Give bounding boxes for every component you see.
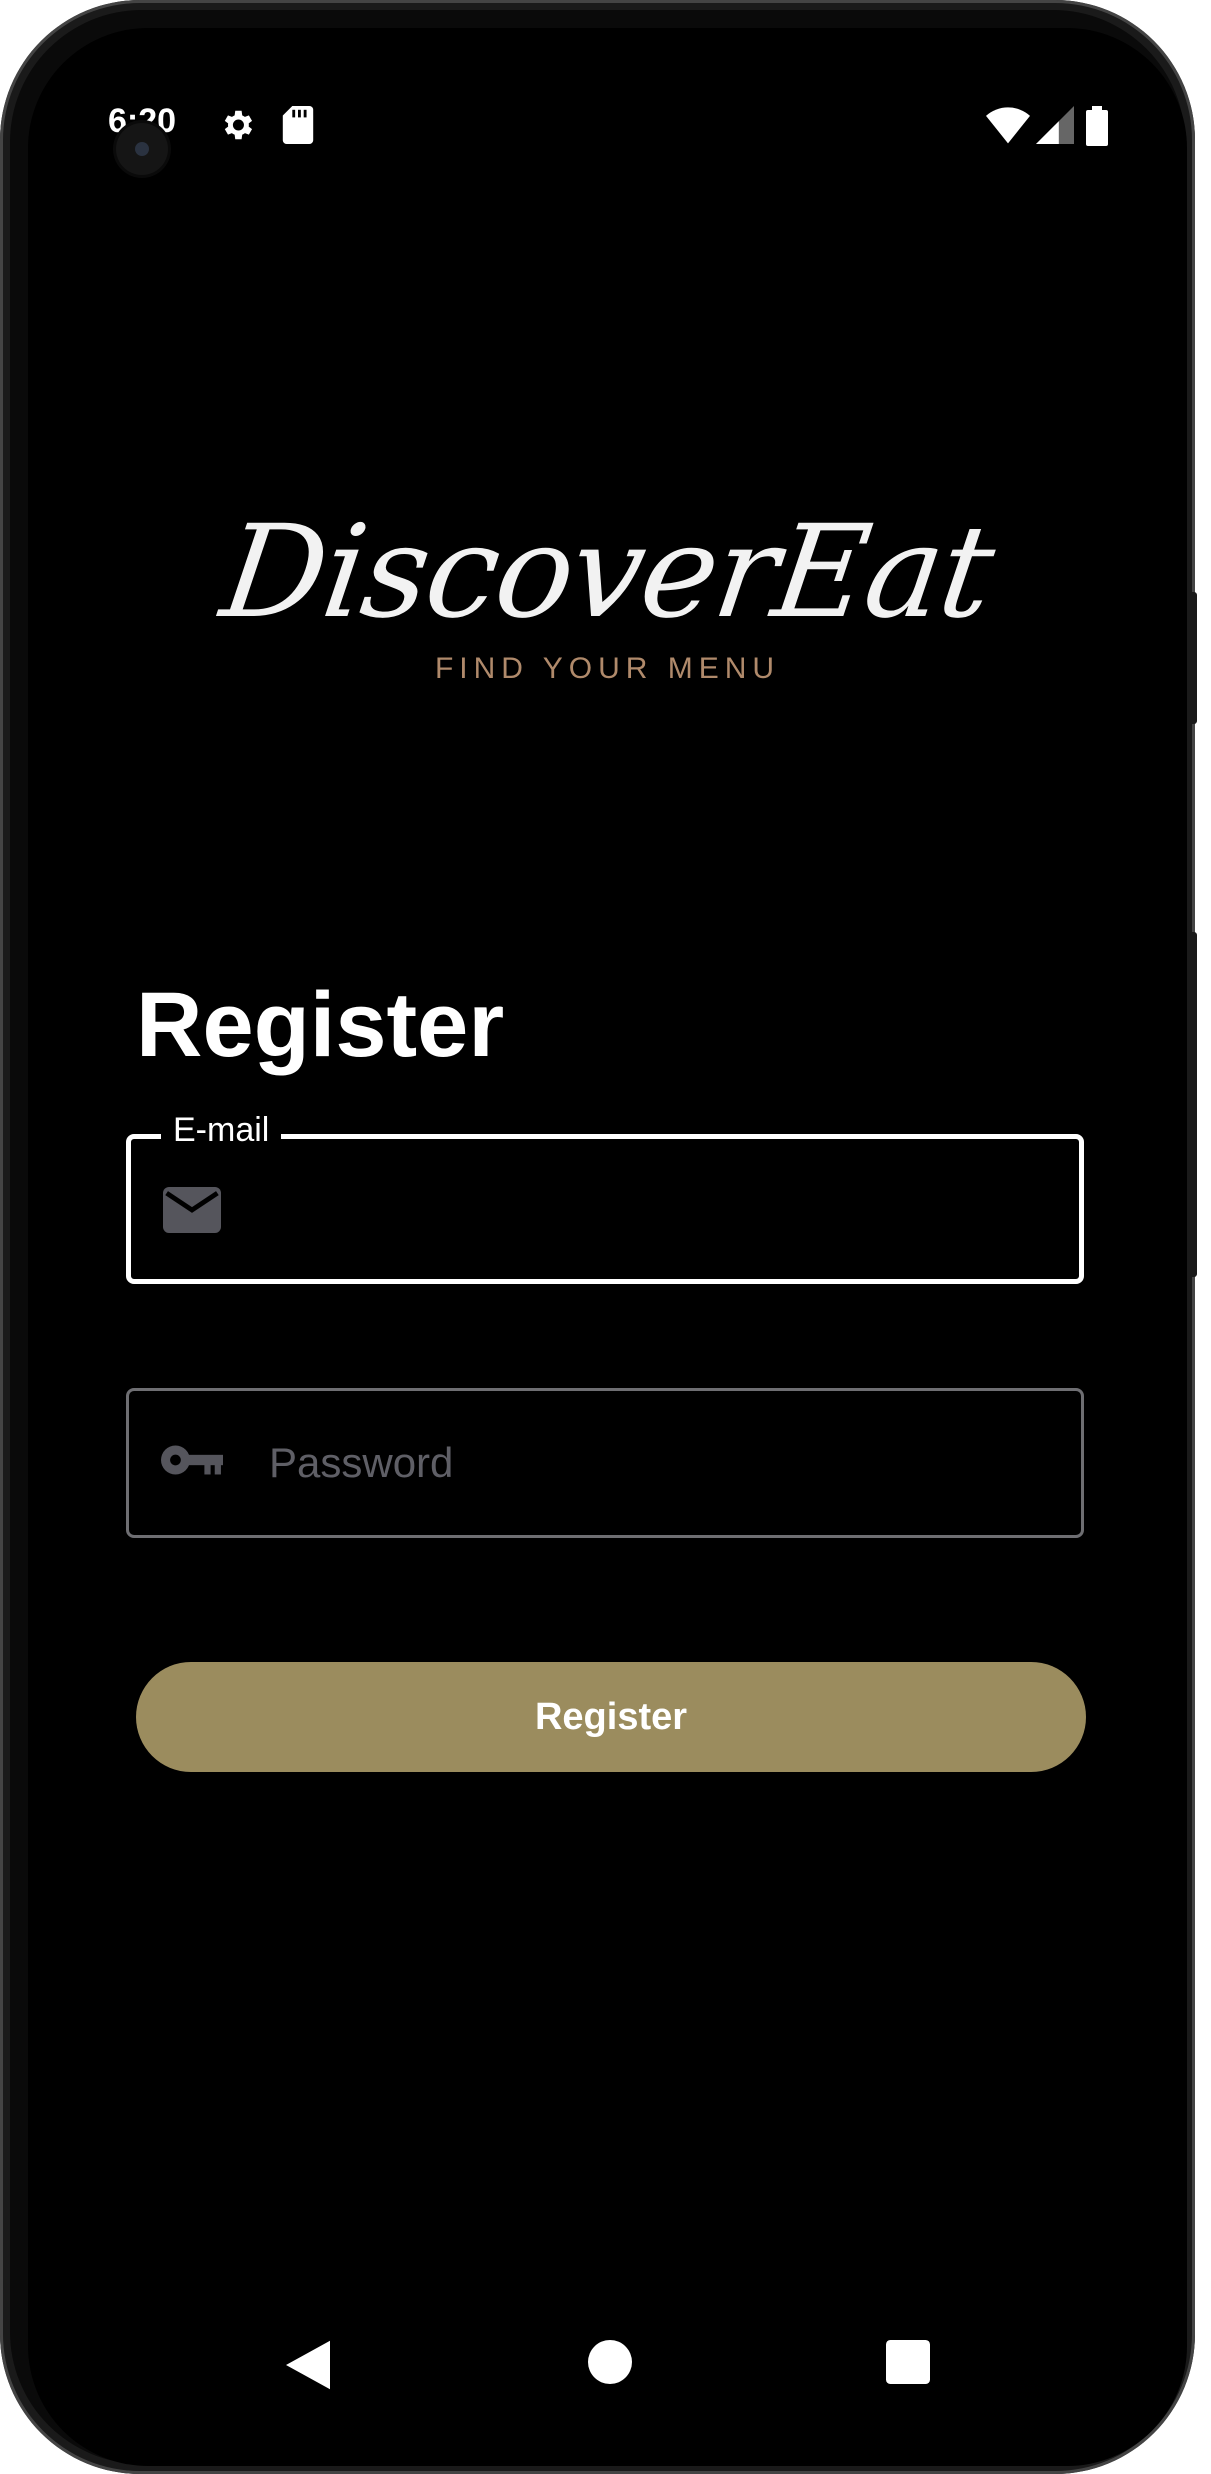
side-button-volume bbox=[1187, 932, 1197, 1277]
recents-icon[interactable] bbox=[886, 2340, 930, 2389]
front-camera bbox=[116, 123, 168, 175]
app-logo: DiscoverEat bbox=[28, 498, 1187, 647]
email-field[interactable]: E-mail bbox=[126, 1111, 1084, 1284]
password-input[interactable] bbox=[269, 1391, 1059, 1535]
status-bar: 6:20 bbox=[28, 88, 1187, 148]
email-field-label: E-mail bbox=[161, 1111, 282, 1150]
phone-frame: 6:20 DiscoverEat FIND YOUR MENU Register… bbox=[0, 0, 1197, 2474]
email-icon bbox=[163, 1187, 221, 1238]
register-button[interactable]: Register bbox=[136, 1662, 1086, 1772]
phone-bezel: 6:20 DiscoverEat FIND YOUR MENU Register… bbox=[10, 10, 1187, 2466]
side-button-top bbox=[1187, 592, 1197, 724]
page-title: Register bbox=[136, 974, 505, 1076]
key-icon bbox=[161, 1443, 223, 1482]
home-icon[interactable] bbox=[588, 2340, 632, 2389]
cell-signal-icon bbox=[1036, 106, 1074, 149]
battery-icon bbox=[1086, 106, 1108, 151]
email-input[interactable] bbox=[271, 1139, 1061, 1279]
settings-icon bbox=[218, 106, 256, 149]
back-icon[interactable] bbox=[286, 2340, 330, 2395]
sd-card-icon bbox=[282, 106, 314, 149]
wifi-icon bbox=[986, 106, 1030, 149]
logo-wordmark: DiscoverEat bbox=[213, 498, 1002, 647]
system-nav-bar bbox=[28, 2318, 1187, 2418]
screen: 6:20 DiscoverEat FIND YOUR MENU Register… bbox=[28, 28, 1187, 2466]
password-field[interactable] bbox=[126, 1388, 1084, 1538]
logo-tagline: FIND YOUR MENU bbox=[434, 652, 781, 685]
